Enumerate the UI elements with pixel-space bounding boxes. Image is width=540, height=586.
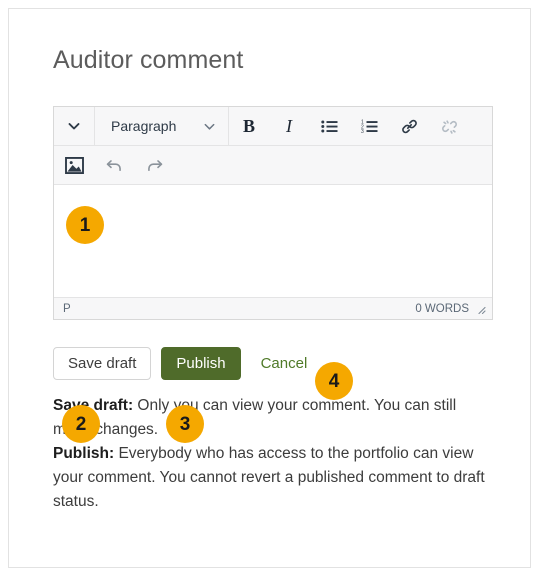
redo-button[interactable] [134, 146, 174, 184]
block-collapse-toggle[interactable] [54, 107, 94, 145]
publish-help: Publish: Everybody who has access to the… [53, 442, 494, 514]
editor-toolbar-row-2 [54, 146, 492, 185]
publish-description: Everybody who has access to the portfoli… [53, 445, 485, 510]
image-icon [64, 156, 84, 174]
bulleted-list-icon [320, 120, 337, 132]
content-column: Auditor comment Paragraph B I 1 2 3 P 0 … [53, 45, 497, 514]
word-count: 0 WORDS [415, 302, 469, 315]
bold-icon: B [242, 115, 255, 136]
page-title: Auditor comment [53, 46, 244, 74]
save-draft-help: Save draft: Only you can view your comme… [53, 394, 494, 442]
link-icon [401, 119, 417, 133]
bulleted-list-button[interactable] [309, 107, 349, 145]
paragraph-format-select[interactable]: Paragraph [95, 107, 228, 145]
cancel-link[interactable]: Cancel [261, 355, 308, 372]
editor-toolbar-row-1: Paragraph B I 1 2 3 [54, 107, 492, 146]
numbered-list-button[interactable]: 1 2 3 [349, 107, 389, 145]
rich-text-editor: Paragraph B I 1 2 3 P 0 WORDS [53, 106, 493, 320]
help-text: Save draft: Only you can view your comme… [53, 394, 494, 514]
publish-term: Publish: [53, 445, 115, 462]
editor-statusbar: P 0 WORDS [54, 297, 492, 319]
callout-badge-3: 3 [166, 405, 204, 443]
editor-textarea[interactable] [54, 185, 492, 297]
redo-icon [147, 159, 162, 171]
undo-icon [106, 159, 121, 171]
bold-button[interactable]: B [229, 107, 269, 145]
form-actions: Save draft Publish Cancel [53, 347, 497, 380]
unlink-icon [441, 119, 457, 134]
publish-button[interactable]: Publish [161, 347, 241, 380]
callout-badge-1: 1 [66, 206, 104, 244]
svg-text:3: 3 [361, 129, 364, 134]
undo-button[interactable] [94, 146, 134, 184]
element-path: P [63, 302, 71, 315]
insert-link-button[interactable] [389, 107, 429, 145]
chevron-down-icon [204, 123, 215, 130]
save-draft-button[interactable]: Save draft [53, 347, 152, 380]
unlink-button[interactable] [429, 107, 469, 145]
italic-button[interactable]: I [269, 107, 309, 145]
numbered-list-icon: 1 2 3 [361, 119, 377, 134]
insert-image-button[interactable] [54, 146, 94, 184]
page-container: Auditor comment Paragraph B I 1 2 3 P 0 … [8, 8, 531, 568]
callout-badge-4: 4 [315, 362, 353, 400]
word-count-group: 0 WORDS [415, 303, 486, 315]
paragraph-format-label: Paragraph [111, 118, 177, 134]
italic-icon: I [286, 115, 292, 136]
resize-grip-icon[interactable] [475, 303, 486, 314]
callout-badge-2: 2 [62, 405, 100, 443]
chevron-down-icon [68, 123, 80, 130]
